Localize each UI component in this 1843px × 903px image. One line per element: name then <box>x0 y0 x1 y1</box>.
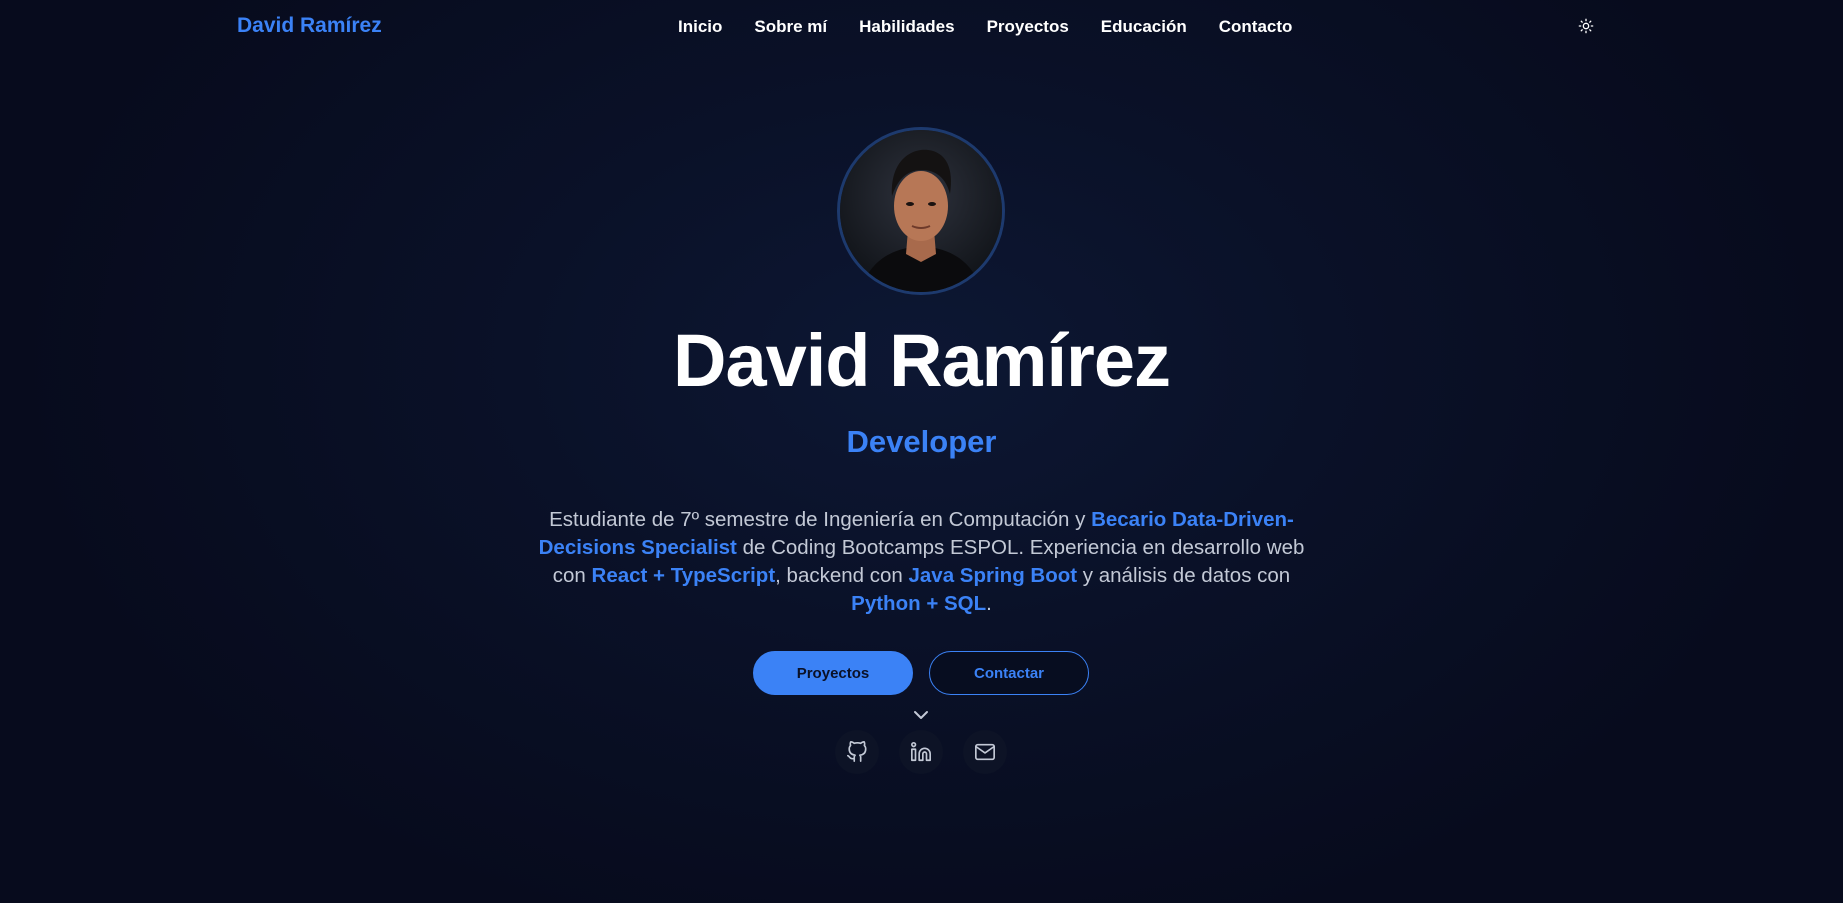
email-link[interactable] <box>963 730 1007 774</box>
profile-avatar <box>837 127 1005 295</box>
projects-button[interactable]: Proyectos <box>753 651 913 695</box>
social-links <box>835 730 1007 774</box>
contact-button[interactable]: Contactar <box>929 651 1089 695</box>
desc-text-1: Estudiante de 7º semestre de Ingeniería … <box>549 508 1092 531</box>
profile-photo <box>840 130 1002 292</box>
github-icon <box>847 741 867 762</box>
linkedin-icon <box>911 742 931 762</box>
desc-highlight-python: Python + SQL <box>851 592 987 615</box>
desc-highlight-spring: Java Spring Boot <box>908 564 1078 587</box>
scroll-down-indicator[interactable] <box>912 707 930 723</box>
desc-text-4: y análisis de datos con <box>1077 564 1291 587</box>
hero-role: Developer <box>846 424 997 459</box>
hero-name: David Ramírez <box>673 319 1171 402</box>
chevron-down-icon <box>914 711 928 719</box>
desc-text-3: , backend con <box>775 564 909 587</box>
hero-description: Estudiante de 7º semestre de Ingeniería … <box>530 506 1313 618</box>
linkedin-link[interactable] <box>899 730 943 774</box>
mail-icon <box>975 743 995 761</box>
desc-highlight-react: React + TypeScript <box>591 564 776 587</box>
hero-section: David Ramírez Developer Estudiante de 7º… <box>0 0 1843 903</box>
desc-text-5: . <box>986 592 992 615</box>
github-link[interactable] <box>835 730 879 774</box>
